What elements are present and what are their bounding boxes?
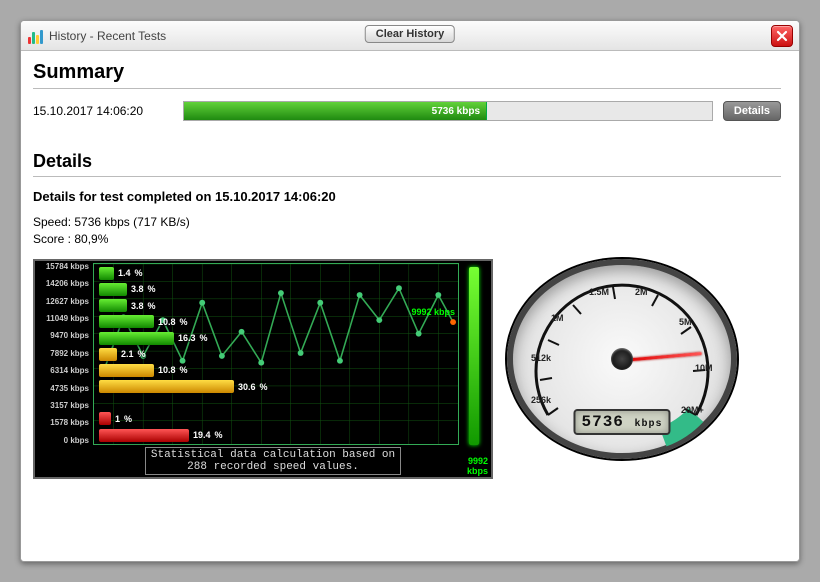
- gauge-hub-icon: [611, 348, 633, 370]
- chart-caption: Statistical data calculation based on 28…: [145, 447, 401, 475]
- chart-right-label: 9992 kbps: [467, 457, 488, 477]
- summary-speedbar-fill: 5736 kbps: [184, 102, 487, 120]
- summary-speedbar: 5736 kbps: [183, 101, 713, 121]
- titlebar: History - Recent Tests Clear History: [21, 21, 799, 51]
- chart-peak-label: 9992 kbps: [411, 307, 455, 317]
- speed-line: Speed: 5736 kbps (717 KB/s): [33, 214, 781, 231]
- distribution-chart: 15784 kbps 14206 kbps 12627 kbps 11049 k…: [33, 259, 493, 479]
- chart-ylabels: 15784 kbps 14206 kbps 12627 kbps 11049 k…: [39, 263, 89, 445]
- speed-gauge: 256k 512k 1M 1.5M 2M 5M 10M 20M+ 5736 kb…: [507, 259, 737, 459]
- score-line: Score : 80,9%: [33, 231, 781, 248]
- chart-vbar-icon: [469, 267, 479, 445]
- details-subheading: Details for test completed on 15.10.2017…: [33, 189, 781, 204]
- window-title: History - Recent Tests: [49, 29, 166, 43]
- panels: 15784 kbps 14206 kbps 12627 kbps 11049 k…: [33, 259, 781, 479]
- close-icon: [776, 30, 788, 42]
- details-button[interactable]: Details: [723, 101, 781, 121]
- summary-row: 15.10.2017 14:06:20 5736 kbps Details: [33, 101, 781, 121]
- clear-history-button[interactable]: Clear History: [365, 25, 455, 43]
- chart-bars: 1.4% 3.8% 3.8% 10.8% 16.3% 2.1% 10.8% 30…: [99, 267, 268, 445]
- gauge-lcd: 5736 kbps: [573, 409, 670, 435]
- history-window: History - Recent Tests Clear History Sum…: [20, 20, 800, 562]
- details-heading: Details: [33, 151, 781, 177]
- details-stats: Speed: 5736 kbps (717 KB/s) Score : 80,9…: [33, 214, 781, 249]
- summary-timestamp: 15.10.2017 14:06:20: [33, 104, 173, 118]
- history-icon: [27, 28, 43, 44]
- close-button[interactable]: [771, 25, 793, 47]
- content-scroll[interactable]: Summary 15.10.2017 14:06:20 5736 kbps De…: [21, 51, 799, 561]
- summary-heading: Summary: [33, 61, 781, 89]
